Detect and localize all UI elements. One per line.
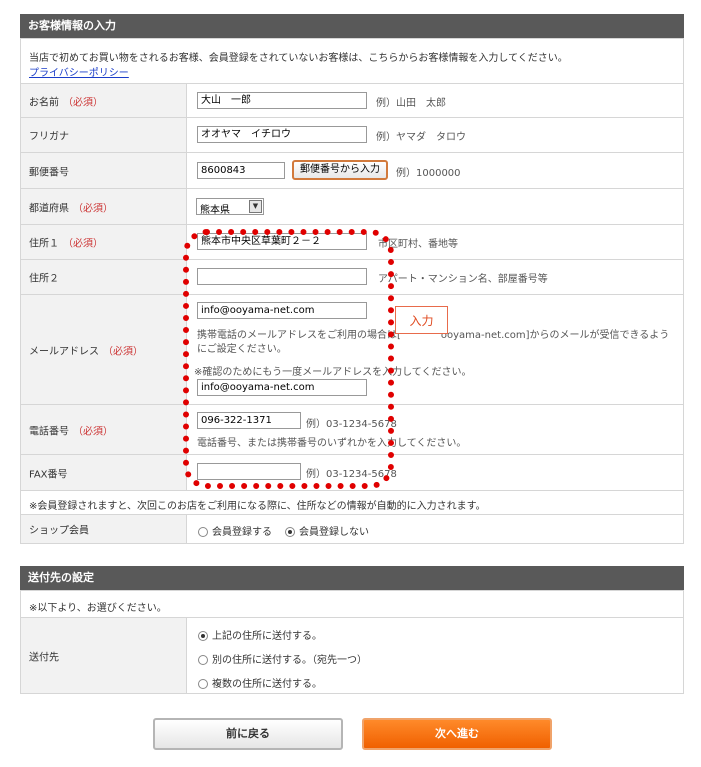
delivery-option-same[interactable]: 上記の住所に送付する。 <box>198 627 322 642</box>
row-shop-member: ショップ会員 会員登録する 会員登録しない <box>20 515 684 544</box>
radio-checked-icon[interactable] <box>285 527 295 537</box>
radio-checked-icon[interactable] <box>198 631 208 641</box>
zip-example: 例）1000000 <box>396 168 461 179</box>
customer-info-header: お客様情報の入力 <box>20 14 684 38</box>
delivery-note-box: ※以下より、お選びください。 <box>20 590 684 618</box>
row-zip: 郵便番号 8600843 郵便番号から入力 例）1000000 <box>20 153 684 189</box>
row-addr2: 住所２ アパート・マンション名、部屋番号等 <box>20 260 684 295</box>
member-note: ※会員登録されますと、次回このお店をご利用になる際に、住所などの情報が自動的に入… <box>29 501 486 512</box>
tel-example: 例）03-1234-5678 <box>306 419 397 430</box>
privacy-policy-link[interactable]: プライバシーポリシー <box>29 64 129 79</box>
required-mark: （必須） <box>63 238 103 250</box>
required-mark: （必須） <box>73 426 113 437</box>
kana-input[interactable]: オオヤマ イチロウ <box>197 126 367 143</box>
row-delivery: 送付先 上記の住所に送付する。 別の住所に送付する。（宛先一つ） 複数の住所に送… <box>20 618 684 694</box>
zip-lookup-button[interactable]: 郵便番号から入力 <box>292 160 388 180</box>
row-tel: 電話番号 （必須） 096-322-1371 例）03-1234-5678 電話番… <box>20 405 684 455</box>
pref-selected-value: 熊本県 <box>200 205 230 216</box>
member-note-row: ※会員登録されますと、次回このお店をご利用になる際に、住所などの情報が自動的に入… <box>20 491 684 515</box>
fax-example: 例）03-1234-5678 <box>306 469 397 480</box>
email-confirm-hint: ※確認のためにもう一度メールアドレスを入力してください。 <box>194 367 472 378</box>
tel-input[interactable]: 096-322-1371 <box>197 412 301 429</box>
delivery-header: 送付先の設定 <box>20 566 684 590</box>
fax-input[interactable] <box>197 463 301 480</box>
delivery-option-multiple[interactable]: 複数の住所に送付する。 <box>198 675 322 690</box>
intro-box: 当店で初めてお買い物をされるお客様、会員登録をされていないお客様は、こちらからお… <box>20 38 684 84</box>
row-email: メールアドレス （必須） info@ooyama-net.com 携帯電話のメール… <box>20 295 684 405</box>
zip-label: 郵便番号 <box>29 167 69 178</box>
shop-member-no-register-option[interactable]: 会員登録しない <box>285 523 369 538</box>
required-mark: （必須） <box>73 203 113 214</box>
row-pref: 都道府県 （必須） 熊本県 ▼ <box>20 189 684 225</box>
next-button[interactable]: 次へ進む <box>362 718 552 750</box>
addr1-label: 住所１ <box>29 238 59 250</box>
shop-member-register-option[interactable]: 会員登録する <box>198 523 272 538</box>
row-addr1: 住所１ （必須） 熊本市中央区草葉町２－２ 市区町村、番地等 <box>20 225 684 260</box>
required-mark: （必須） <box>63 97 103 108</box>
email-hint-cont: にご設定ください。 <box>197 344 287 355</box>
delivery-note: ※以下より、お選びください。 <box>29 603 167 614</box>
addr2-input[interactable] <box>197 268 367 285</box>
pref-label: 都道府県 <box>29 203 69 214</box>
kana-example: 例）ヤマダ タロウ <box>376 132 466 143</box>
addr2-hint: アパート・マンション名、部屋番号等 <box>378 274 548 285</box>
name-label: お名前 <box>29 97 59 108</box>
fax-label: FAX番号 <box>29 469 68 480</box>
radio-icon[interactable] <box>198 527 208 537</box>
back-button[interactable]: 前に戻る <box>153 718 343 750</box>
addr1-input[interactable]: 熊本市中央区草葉町２－２ <box>197 233 367 250</box>
pref-select[interactable]: 熊本県 ▼ <box>196 198 264 216</box>
email-input[interactable]: info@ooyama-net.com <box>197 302 367 319</box>
delivery-option-other[interactable]: 別の住所に送付する。（宛先一つ） <box>198 651 367 666</box>
email-confirm-input[interactable]: info@ooyama-net.com <box>197 379 367 396</box>
radio-icon[interactable] <box>198 655 208 665</box>
tel-hint: 電話番号、または携帯番号のいずれかを入力してください。 <box>197 438 467 449</box>
addr2-label: 住所２ <box>29 273 59 285</box>
row-kana: フリガナ オオヤマ イチロウ 例）ヤマダ タロウ <box>20 118 684 153</box>
annotation-callout: 入力 <box>395 306 448 334</box>
chevron-down-icon[interactable]: ▼ <box>249 200 262 213</box>
addr1-hint: 市区町村、番地等 <box>378 239 458 250</box>
email-label: メールアドレス <box>29 346 99 357</box>
zip-input[interactable]: 8600843 <box>197 162 285 179</box>
name-example: 例）山田 太郎 <box>376 98 446 109</box>
row-fax: FAX番号 例）03-1234-5678 <box>20 455 684 491</box>
row-name: お名前 （必須） 大山 一郎 例）山田 太郎 <box>20 84 684 118</box>
required-mark: （必須） <box>103 346 143 357</box>
radio-icon[interactable] <box>198 679 208 689</box>
name-input[interactable]: 大山 一郎 <box>197 92 367 109</box>
kana-label: フリガナ <box>29 131 69 143</box>
shop-member-label: ショップ会員 <box>29 525 89 537</box>
intro-text: 当店で初めてお買い物をされるお客様、会員登録をされていないお客様は、こちらからお… <box>29 53 568 64</box>
tel-label: 電話番号 <box>29 426 69 437</box>
delivery-label: 送付先 <box>29 652 59 663</box>
